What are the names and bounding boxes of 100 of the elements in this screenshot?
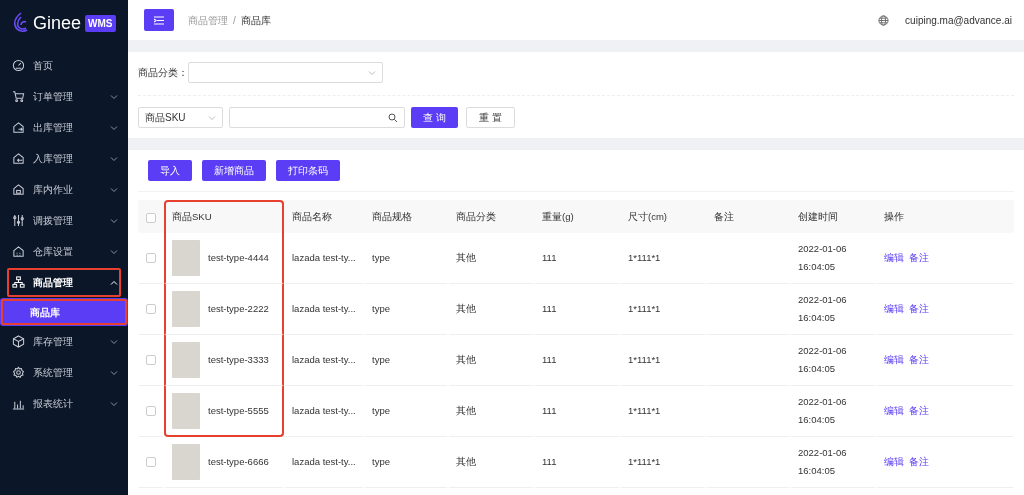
house-icon [12, 183, 25, 196]
table-cell: 其他 [456, 302, 476, 314]
logo-text: Ginee [33, 11, 82, 35]
table-cell: lazada test-ty... [292, 251, 356, 263]
note-link[interactable]: 备注 [909, 251, 929, 263]
reset-button[interactable]: 重 置 [465, 107, 515, 128]
sku-text: test-type-3333 [208, 353, 269, 365]
table-cell: 111 [542, 251, 557, 263]
house-icon [12, 245, 25, 258]
table-cell: 其他 [456, 455, 476, 467]
photo-placeholder [172, 240, 200, 276]
edit-link[interactable]: 编辑 [884, 302, 904, 314]
created-time: 2022-01-06 16:04:05 [798, 445, 848, 478]
table-cell: type [372, 251, 390, 263]
table-cell: 其他 [456, 404, 476, 416]
house-icon [12, 152, 25, 165]
sku-text: test-type-5555 [208, 404, 269, 415]
table-cell: 111 [542, 353, 557, 365]
menu-item[interactable]: 报表统计 [0, 388, 128, 419]
hierarchy-icon [12, 276, 25, 289]
cart-icon [12, 90, 25, 103]
table-cell: 1*111*1 [628, 251, 661, 263]
category-select[interactable] [188, 62, 383, 83]
table-cell: 1*111*1 [628, 404, 661, 416]
table-cell: 其他 [456, 353, 476, 365]
column-header: 重量(g) [534, 200, 620, 233]
menu-item[interactable]: 库存管理 [0, 326, 128, 357]
note-link[interactable]: 备注 [909, 404, 929, 416]
note-link[interactable]: 备注 [909, 302, 929, 314]
column-header: 备注 [706, 200, 790, 233]
table-cell: type [372, 455, 390, 467]
query-button[interactable]: 查 询 [411, 107, 458, 128]
menu-item[interactable]: 库内作业 [0, 174, 128, 205]
table-cell: lazada test-ty... [292, 302, 356, 314]
search-icon [388, 112, 398, 123]
note-link[interactable]: 备注 [909, 455, 929, 467]
note-link[interactable]: 备注 [909, 353, 929, 365]
edit-link[interactable]: 编辑 [884, 251, 904, 263]
edit-link[interactable]: 编辑 [884, 404, 904, 416]
menu-button[interactable] [144, 9, 174, 31]
table-cell: 111 [542, 302, 557, 314]
search-field[interactable] [229, 107, 405, 128]
menu-item[interactable]: 仓库设置 [0, 236, 128, 267]
logo-icon [13, 12, 29, 34]
house-icon [12, 121, 25, 134]
caret-icon [368, 68, 376, 77]
row-checkbox[interactable] [146, 253, 156, 264]
table-cell: 111 [542, 455, 557, 467]
row-checkbox[interactable] [146, 406, 156, 417]
column-header: 尺寸(cm) [620, 200, 706, 233]
table-cell: 其他 [456, 251, 476, 263]
breadcrumb-separator: / [233, 13, 236, 28]
add-product-button[interactable]: 新增商品 [202, 160, 266, 181]
sku-text: test-type-2222 [208, 302, 269, 314]
sku-text: test-type-6666 [208, 455, 269, 467]
menu-item[interactable]: 商品管理 [6, 267, 122, 298]
menu-item[interactable]: 首页 [0, 50, 128, 81]
import-button[interactable]: 导入 [148, 160, 192, 181]
select-all-checkbox[interactable] [146, 212, 156, 223]
column-header: 操作 [876, 200, 1014, 233]
user-email[interactable]: cuiping.ma@advance.ai [905, 12, 1012, 28]
search-type-select[interactable]: 商品SKU [138, 107, 223, 128]
menu-item[interactable]: 调拨管理 [0, 205, 128, 236]
menu-item[interactable]: 入库管理 [0, 143, 128, 174]
column-header: 创建时间 [790, 200, 876, 233]
edit-link[interactable]: 编辑 [884, 353, 904, 365]
menu-icon [154, 15, 164, 25]
globe-icon[interactable] [878, 14, 890, 26]
submenu-item[interactable]: 商品库 [0, 298, 128, 326]
photo-placeholder [172, 392, 200, 429]
table-cell: lazada test-ty... [292, 353, 356, 365]
menu-item[interactable]: 出库管理 [0, 112, 128, 143]
table-cell: type [372, 404, 390, 416]
photo-placeholder [172, 342, 200, 378]
column-header: 商品分类 [448, 200, 534, 233]
cube-icon [12, 335, 25, 348]
caret-icon [208, 113, 216, 122]
edit-link[interactable]: 编辑 [884, 455, 904, 467]
product-badge: WMS [85, 14, 116, 32]
created-time: 2022-01-06 16:04:05 [798, 241, 848, 274]
table-cell: 1*111*1 [628, 353, 661, 365]
settings-icon [12, 366, 25, 379]
created-time: 2022-01-06 16:04:05 [798, 394, 848, 427]
column-header: 商品名称 [284, 200, 364, 233]
row-checkbox[interactable] [146, 355, 156, 366]
row-checkbox[interactable] [146, 457, 156, 468]
table-cell: type [372, 353, 390, 365]
photo-placeholder [172, 291, 200, 327]
sku-text: test-type-4444 [208, 251, 269, 263]
table-cell: lazada test-ty... [292, 404, 356, 416]
table-cell: lazada test-ty... [292, 455, 356, 467]
created-time: 2022-01-06 16:04:05 [798, 292, 848, 325]
menu-item[interactable]: 系统管理 [0, 357, 128, 388]
category-label: 商品分类： [138, 66, 188, 80]
row-checkbox[interactable] [146, 304, 156, 315]
menu-item[interactable]: 订单管理 [0, 81, 128, 112]
print-barcode-button[interactable]: 打印条码 [276, 160, 340, 181]
table-cell: 1*111*1 [628, 302, 661, 314]
column-header: 商品SKU [164, 200, 284, 233]
column-header: 商品规格 [364, 200, 448, 233]
